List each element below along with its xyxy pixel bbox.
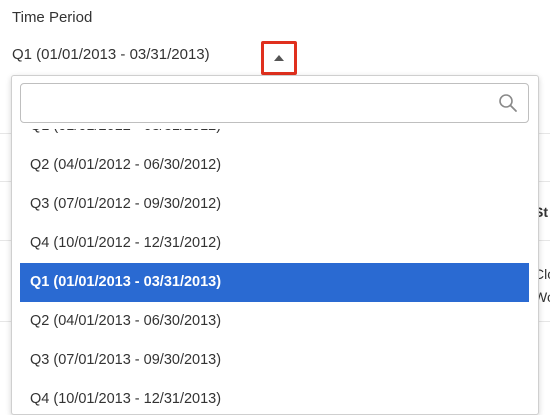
dropdown-toggle-button[interactable] xyxy=(261,41,297,75)
option-item[interactable]: Q2 (04/01/2013 - 06/30/2013) xyxy=(12,302,538,341)
search-input[interactable] xyxy=(21,84,496,122)
search-box xyxy=(20,83,529,123)
option-item[interactable]: Q4 (10/01/2013 - 12/31/2013) xyxy=(12,380,538,414)
option-item[interactable]: Q4 (10/01/2012 - 12/31/2012) xyxy=(12,224,538,263)
caret-up-icon xyxy=(274,55,284,61)
option-item[interactable]: Q1 (01/01/2012 - 03/31/2012) xyxy=(12,129,538,146)
results-list[interactable]: Q1 (01/01/2012 - 03/31/2012) Q2 (04/01/2… xyxy=(12,129,538,414)
option-item[interactable]: Q3 (07/01/2013 - 09/30/2013) xyxy=(12,341,538,380)
option-item[interactable]: Q3 (07/01/2012 - 09/30/2012) xyxy=(12,185,538,224)
option-item[interactable]: Q2 (04/01/2012 - 06/30/2012) xyxy=(12,146,538,185)
time-period-label: Time Period xyxy=(12,9,93,26)
option-item-selected[interactable]: Q1 (01/01/2013 - 03/31/2013) xyxy=(20,263,529,302)
time-period-value[interactable]: Q1 (01/01/2013 - 03/31/2013) xyxy=(12,46,210,63)
search-icon xyxy=(499,94,517,112)
time-period-dropdown: Q1 (01/01/2012 - 03/31/2012) Q2 (04/01/2… xyxy=(11,75,539,415)
